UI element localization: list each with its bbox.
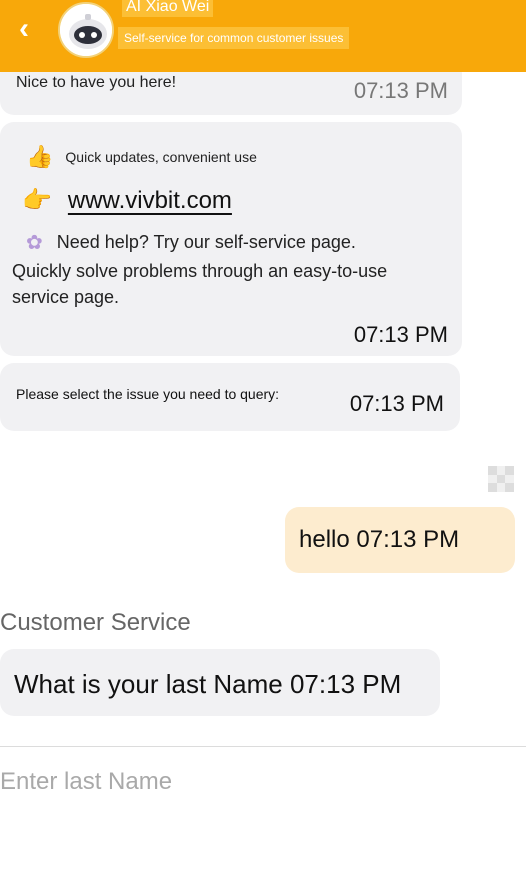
agent-subtitle: Self-service for common customer issues xyxy=(118,27,350,49)
message-time: 07:13 PM xyxy=(349,391,444,416)
sender-label: Customer Service xyxy=(0,609,191,636)
message-text: What is your last Name 07:13 PM xyxy=(14,669,402,699)
pointing-hand-icon: 👉 xyxy=(22,187,52,214)
input-divider xyxy=(0,746,526,747)
info-line-text: Need help? Try our self-service page. xyxy=(56,232,356,252)
chat-header: ‹ AI Xiao Wei Self-service for common cu… xyxy=(0,0,526,72)
info-paragraph: Quickly solve problems through an easy-t… xyxy=(12,261,388,307)
user-avatar-icon xyxy=(488,466,514,492)
last-name-input[interactable] xyxy=(0,760,526,804)
website-link[interactable]: www.vivbit.com xyxy=(68,187,232,215)
info-line-help: ✿ Need help? Try our self-service page. xyxy=(26,230,356,255)
back-button[interactable]: ‹ xyxy=(10,12,38,46)
robot-avatar-icon xyxy=(58,2,114,58)
info-line-quick-updates: 👍 Quick updates, convenient use xyxy=(26,144,257,170)
flower-icon: ✿ xyxy=(26,232,43,254)
thumbs-up-icon: 👍 xyxy=(26,144,54,169)
message-time: 07:13 PM xyxy=(353,78,448,103)
message-time: 07:13 PM xyxy=(353,322,448,347)
message-text: Please select the issue you need to quer… xyxy=(16,386,280,402)
info-line-link: 👉 www.vivbit.com xyxy=(22,186,232,215)
message-text: Nice to have you here! xyxy=(16,74,177,91)
chevron-left-icon: ‹ xyxy=(19,12,29,45)
agent-name: AI Xiao Wei xyxy=(122,0,214,17)
user-message: hello 07:13 PM xyxy=(285,507,515,573)
bot-message-question: What is your last Name 07:13 PM xyxy=(0,649,440,716)
info-line-text: Quick updates, convenient use xyxy=(65,149,257,165)
chat-page: ‹ AI Xiao Wei Self-service for common cu… xyxy=(0,0,526,893)
message-text: hello 07:13 PM xyxy=(299,526,460,553)
bot-message-select-issue: Please select the issue you need to quer… xyxy=(0,363,460,431)
bot-message-info: 👍 Quick updates, convenient use 👉 www.vi… xyxy=(0,122,462,356)
